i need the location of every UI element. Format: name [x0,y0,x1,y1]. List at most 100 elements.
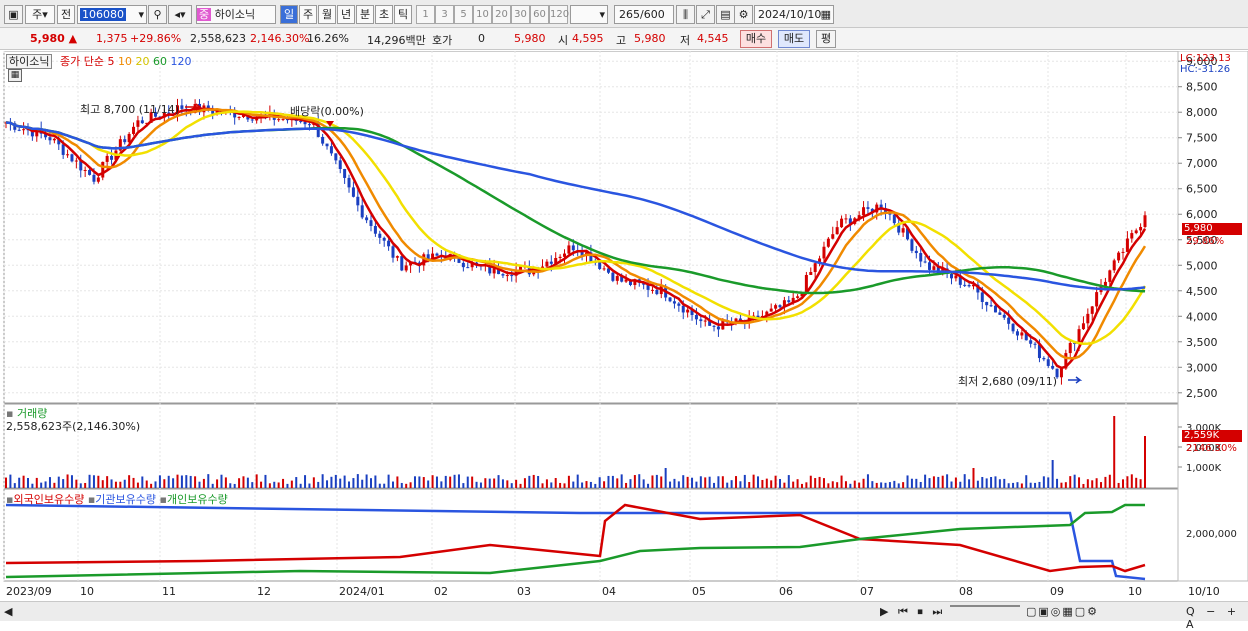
volume-bar [1078,477,1081,488]
buy-button[interactable]: 매수 [740,30,772,48]
volume-bar [145,480,148,488]
y-tick-label: 8,500 [1186,81,1218,94]
candle-body [967,285,971,287]
x-tick-label: 11 [162,585,176,598]
interval-60[interactable]: 60 [530,5,549,24]
speaker-icon[interactable]: ◂▾ [168,5,192,24]
volume-bar [743,474,746,488]
candle-body [101,161,105,178]
volume-bar [559,482,562,488]
candle-body [866,207,870,209]
zoom-controls[interactable]: Q − + A [1186,605,1248,631]
interval-dropdown[interactable]: ▾ [570,5,608,24]
avg-button[interactable]: 평 [816,30,836,48]
prev-button[interactable]: 전 [57,5,75,24]
tab-초[interactable]: 초 [375,5,393,24]
volume-bar [515,479,518,488]
tab-분[interactable]: 분 [356,5,374,24]
interval-120[interactable]: 120 [549,5,569,24]
volume-bar [202,478,205,488]
candle-body [277,119,281,121]
amount: 14,296백만 [367,34,426,47]
legend-stock-name[interactable]: 하이소닉 [6,54,53,69]
x-tick-label: 12 [257,585,271,598]
search-icon[interactable]: ⚲ [148,5,167,24]
volume-bar [79,483,82,488]
price-change-pct: +29.86% [130,32,182,45]
volume-bar [884,482,887,488]
volume-bar [13,483,16,488]
candle-body [844,218,848,220]
volume-bar [172,478,175,488]
playback-controls[interactable]: ▶ ⏮ ⏹ ⏭ [880,605,945,619]
save-icon[interactable]: ▤ [716,5,735,24]
volume-bar [5,477,7,488]
period-select[interactable]: 주▾ [25,5,55,24]
candle-body [1077,329,1081,344]
interval-1[interactable]: 1 [416,5,435,24]
open-label: 시 [558,34,569,47]
sell-button[interactable]: 매도 [778,30,810,48]
window-icon[interactable]: ▣ [4,5,23,24]
volume-bar [691,477,694,488]
volume-bar [673,478,676,488]
gear-icon[interactable]: ⚙ [734,5,753,24]
count-field[interactable]: 265/600 [614,5,674,24]
candle-body [1068,343,1072,354]
volume-bar [660,476,663,488]
y-tick-label: 6,500 [1186,183,1218,196]
candle-body [840,218,844,228]
stock-name-field[interactable]: 중 하이소닉 [196,5,276,24]
volume-bar [453,474,456,488]
table-icon[interactable]: ▦ [8,69,22,82]
candle-body [1059,368,1063,378]
interval-10[interactable]: 10 [473,5,492,24]
candle-body [796,296,800,298]
volume-bar [198,481,201,488]
date-field[interactable]: 2024/10/10 ▦ [754,5,834,24]
candle-body [48,137,52,141]
tab-일[interactable]: 일 [280,5,298,24]
volume-bar [123,479,126,488]
interval-30[interactable]: 30 [511,5,530,24]
volume-bar [862,478,865,488]
volume-bar [471,476,474,488]
volume-bar [620,474,623,488]
interval-3[interactable]: 3 [435,5,454,24]
volume-bar [946,474,949,488]
last-price-tag: 5,980 [1182,223,1242,235]
stock-chart[interactable]: 2023/09 10 11 12 2024/01 02 03 04 05 06 07 08 09 10 10… [0,50,1248,601]
tab-틱[interactable]: 틱 [394,5,412,24]
volume-bar [682,475,685,488]
candle-body [307,124,311,126]
volume-bar [295,477,298,488]
x-tick-label: 04 [602,585,616,598]
x-tick-label: 02 [434,585,448,598]
tab-월[interactable]: 월 [318,5,336,24]
scroll-left-icon[interactable]: ◀ [4,605,12,618]
zoom-slider[interactable] [950,605,1020,607]
draw-tool-icon[interactable]: ⤢ [696,5,715,24]
volume-bar [774,475,777,488]
volume-bar [981,476,984,488]
interval-20[interactable]: 20 [492,5,511,24]
view-tools[interactable]: ▢▣◎▦▢⚙ [1026,605,1099,618]
tab-주[interactable]: 주 [299,5,317,24]
volume-bar [541,483,544,488]
scroll-bar[interactable]: ◀ ▶ ⏮ ⏹ ⏭ ▢▣◎▦▢⚙ Q − + A [0,601,1248,631]
candle-body [373,225,377,234]
candle-body [993,305,997,313]
tab-년[interactable]: 년 [337,5,355,24]
volume-bar [510,483,513,488]
legend-ma-5: 5 [107,55,115,68]
volume-bar [268,483,271,488]
legend-foreign: 외국인보유수량 [13,493,85,506]
volume-bar [717,476,720,488]
candle-body [694,315,698,320]
chart-legend: 하이소닉 종가 단순 5 10 20 60 120 [6,53,191,69]
interval-5[interactable]: 5 [454,5,473,24]
candle-icon[interactable]: ⫼ [676,5,695,24]
stock-code-input[interactable]: 106080 ▾ [77,5,147,24]
volume-bar [409,482,412,488]
volume-bar [365,474,368,488]
